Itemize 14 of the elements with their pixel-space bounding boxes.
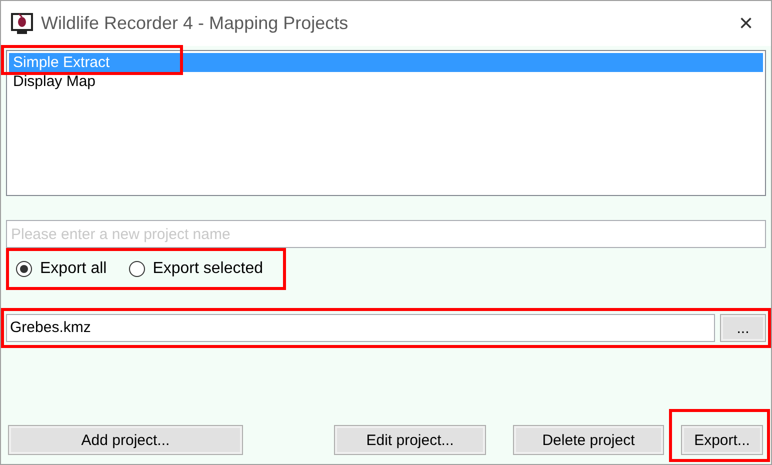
radio-label: Export selected bbox=[152, 260, 263, 278]
window-title: Wildlife Recorder 4 - Mapping Projects bbox=[41, 13, 350, 34]
radio-label: Export all bbox=[40, 260, 107, 278]
action-button[interactable]: Delete project bbox=[513, 425, 664, 455]
close-button[interactable]: × bbox=[731, 10, 761, 38]
project-item[interactable]: Display Map bbox=[9, 72, 763, 91]
browse-button[interactable]: ... bbox=[720, 314, 766, 342]
app-icon bbox=[11, 12, 33, 34]
action-button[interactable]: Edit project... bbox=[334, 425, 486, 455]
action-button[interactable]: Add project... bbox=[8, 425, 243, 455]
file-field[interactable]: Grebes.kmz bbox=[6, 314, 715, 342]
action-button[interactable]: Export... bbox=[681, 425, 763, 455]
radio-button[interactable] bbox=[128, 261, 145, 277]
radio-button[interactable] bbox=[16, 261, 32, 277]
